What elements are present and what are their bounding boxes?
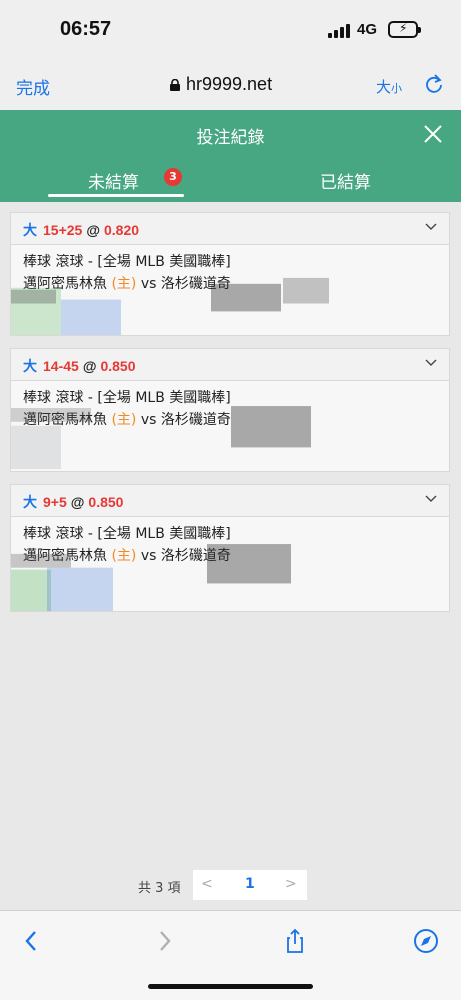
- tab-pending[interactable]: 未結算: [88, 168, 139, 193]
- status-time: 06:57: [60, 18, 112, 40]
- url-text: hr9999.net: [186, 74, 273, 94]
- league-name: 棒球 滾球 - [全場 MLB 美國職棒]: [23, 526, 231, 542]
- share-icon[interactable]: [281, 927, 309, 955]
- bet-line: 大 15+25 @0.820: [23, 220, 139, 240]
- pagination: < 1 >: [193, 870, 307, 900]
- chevron-down-icon[interactable]: [425, 223, 437, 231]
- pagination-total: 共 3 項: [138, 881, 181, 896]
- chevron-down-icon[interactable]: [425, 359, 437, 367]
- home-tag: (主): [111, 548, 137, 564]
- network-type: 4G: [357, 21, 378, 38]
- bet-card[interactable]: 大 14-45 @0.850 棒球 滾球 - [全場 MLB 美國職棒] 邁阿密馬林…: [10, 348, 450, 472]
- bet-card[interactable]: 大 9+5 @0.850 棒球 滾球 - [全場 MLB 美國職棒] 邁阿密馬林魚 …: [10, 484, 450, 612]
- bet-card-header[interactable]: 大 14-45 @0.850: [11, 349, 449, 381]
- page-prev-button[interactable]: <: [201, 876, 213, 892]
- away-team: 洛杉磯道奇: [160, 548, 231, 564]
- league-name: 棒球 滾球 - [全場 MLB 美國職棒]: [23, 254, 231, 270]
- home-team: 邁阿密馬林魚: [23, 276, 107, 292]
- modal-header: 投注紀錄: [0, 110, 461, 158]
- bet-card-body: 棒球 滾球 - [全場 MLB 美國職棒] 邁阿密馬林魚 (主) vs 洛杉磯道…: [11, 245, 449, 295]
- bet-odds: 0.820: [103, 222, 140, 238]
- bet-card-body: 棒球 滾球 - [全場 MLB 美國職棒] 邁阿密馬林魚 (主) vs 洛杉磯道…: [11, 381, 449, 431]
- bet-odds: 0.850: [100, 358, 136, 374]
- tab-bar: 未結算 3 已結算: [0, 158, 461, 202]
- forward-icon[interactable]: [150, 927, 178, 955]
- home-team: 邁阿密馬林魚: [23, 412, 107, 428]
- chevron-down-icon[interactable]: [425, 495, 437, 503]
- bet-odds: 0.850: [88, 494, 124, 510]
- text-size-big: 大: [376, 78, 392, 96]
- text-size-small: 小: [391, 82, 403, 95]
- vs-text: vs: [140, 276, 157, 292]
- pending-count-badge: 3: [164, 168, 182, 186]
- bet-line: 大 9+5 @0.850: [23, 492, 123, 512]
- back-icon[interactable]: [18, 927, 46, 955]
- page-title: 投注紀錄: [196, 128, 265, 148]
- vs-text: vs: [140, 412, 157, 428]
- page-number-current[interactable]: 1: [245, 876, 255, 892]
- bet-type: 大: [23, 494, 37, 510]
- compass-icon[interactable]: [412, 927, 440, 955]
- status-bar: 06:57 4G ⚡: [0, 0, 461, 62]
- matchup: 邁阿密馬林魚 (主) vs 洛杉磯道奇: [23, 273, 437, 295]
- away-team: 洛杉磯道奇: [160, 412, 231, 428]
- reload-icon[interactable]: [424, 74, 444, 94]
- bet-type: 大: [23, 358, 37, 374]
- done-button[interactable]: 完成: [16, 74, 50, 99]
- battery-icon: ⚡: [388, 21, 421, 38]
- vs-text: vs: [140, 548, 157, 564]
- matchup: 邁阿密馬林魚 (主) vs 洛杉磯道奇: [23, 545, 437, 567]
- url-field[interactable]: hr9999.net: [170, 74, 272, 95]
- bet-type: 大: [23, 222, 37, 238]
- tab-settled[interactable]: 已結算: [320, 168, 371, 193]
- home-indicator: [148, 984, 313, 989]
- away-team: 洛杉磯道奇: [160, 276, 231, 292]
- bet-handicap: 15+25: [43, 222, 83, 238]
- bet-card-header[interactable]: 大 15+25 @0.820: [11, 213, 449, 245]
- bet-handicap: 9+5: [43, 494, 67, 510]
- bet-card-body: 棒球 滾球 - [全場 MLB 美國職棒] 邁阿密馬林魚 (主) vs 洛杉磯道…: [11, 517, 449, 567]
- matchup: 邁阿密馬林魚 (主) vs 洛杉磯道奇: [23, 409, 437, 431]
- bet-at: @: [82, 358, 97, 374]
- bet-handicap: 14-45: [43, 358, 79, 374]
- bet-line: 大 14-45 @0.850: [23, 356, 136, 376]
- league-name: 棒球 滾球 - [全場 MLB 美國職棒]: [23, 390, 231, 406]
- home-tag: (主): [111, 412, 137, 428]
- page-next-button[interactable]: >: [285, 876, 297, 892]
- bet-at: @: [86, 222, 100, 238]
- lock-icon: [170, 79, 180, 91]
- home-team: 邁阿密馬林魚: [23, 548, 107, 564]
- bet-card-header[interactable]: 大 9+5 @0.850: [11, 485, 449, 517]
- home-tag: (主): [111, 276, 137, 292]
- close-icon[interactable]: [422, 123, 444, 145]
- active-tab-indicator: [48, 194, 184, 197]
- browser-address-bar: 完成 hr9999.net 大小: [0, 62, 461, 110]
- text-size-button[interactable]: 大小: [376, 76, 402, 97]
- bet-at: @: [70, 494, 85, 510]
- bet-card[interactable]: 大 15+25 @0.820 棒球 滾球 - [全場 MLB 美國職棒] 邁阿密馬林…: [10, 212, 450, 336]
- signal-icon: [328, 24, 352, 38]
